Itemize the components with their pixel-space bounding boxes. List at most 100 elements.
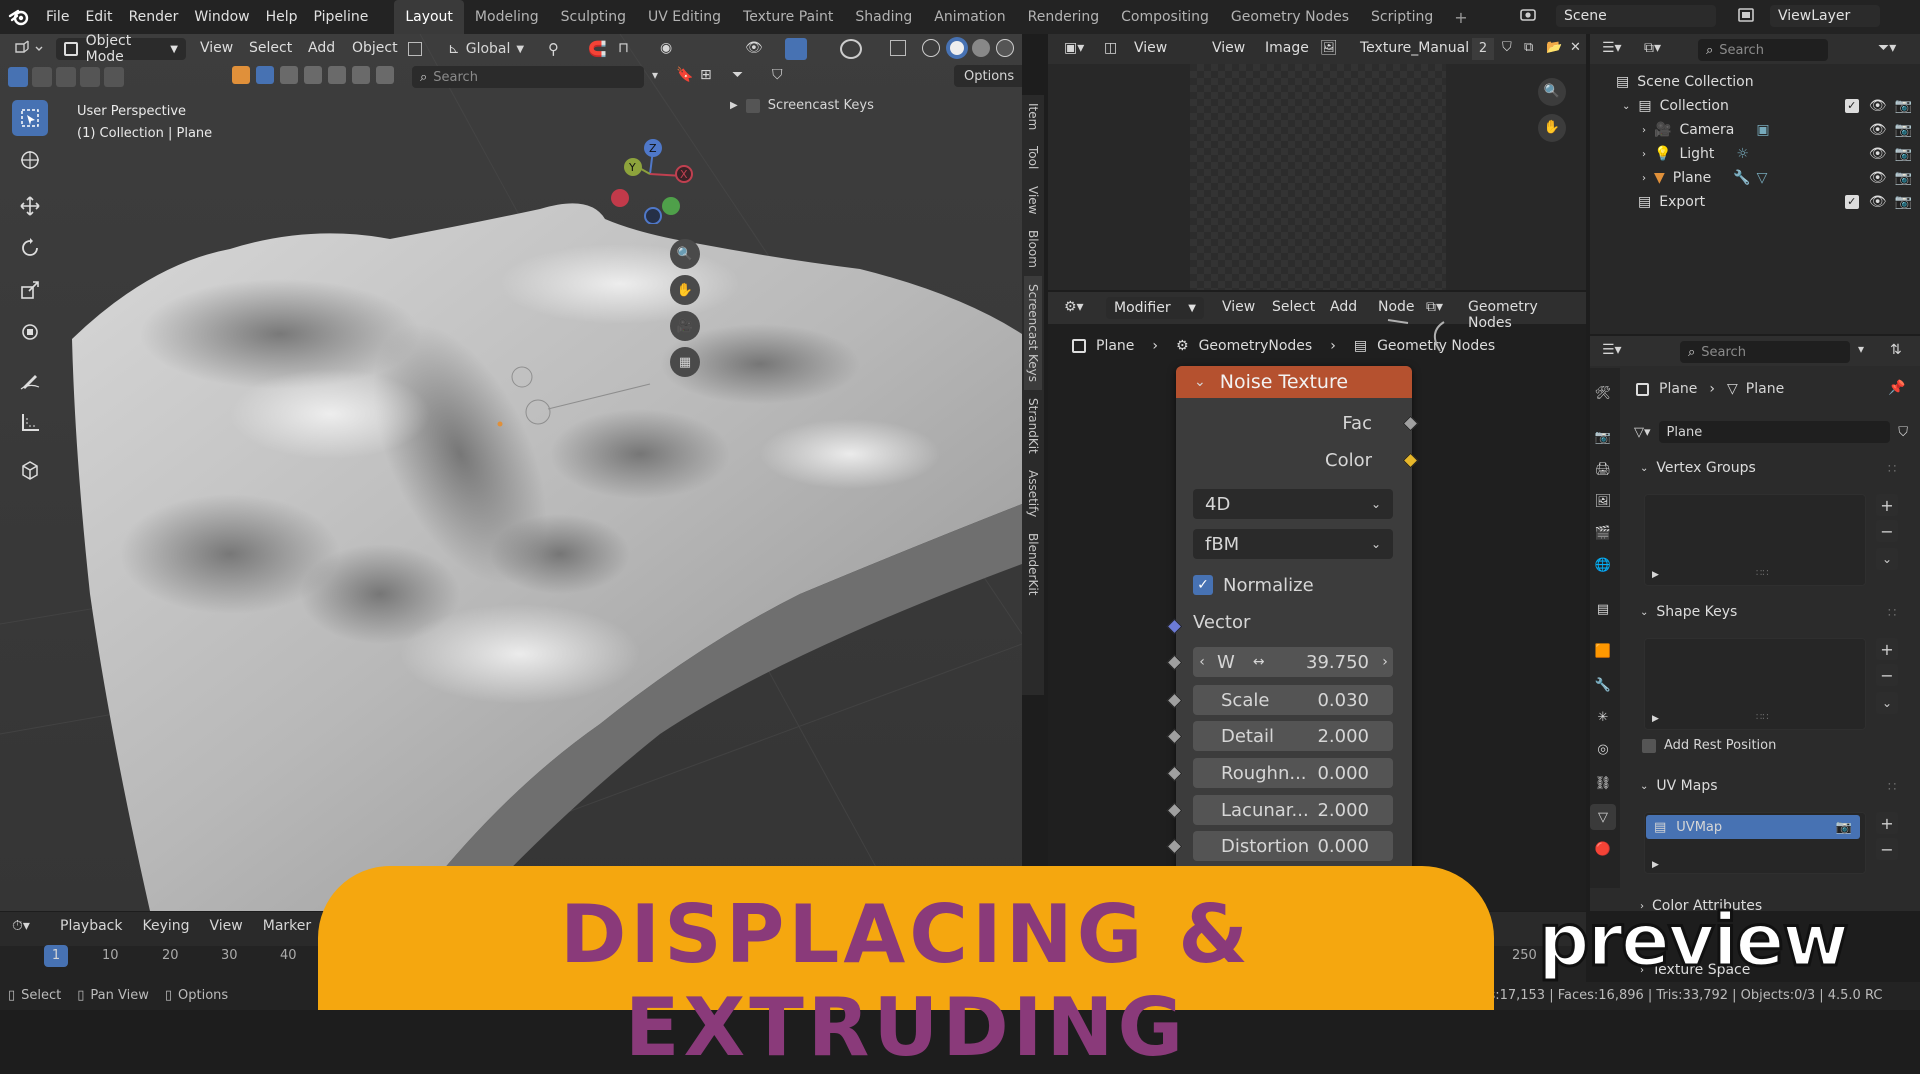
drag-handle-icon[interactable]: ∷ [1888,780,1896,795]
sidebar-tab-screencast-keys[interactable]: Screencast Keys [1024,276,1042,391]
screencast-keys-panel[interactable]: ▶ Screencast Keys [730,98,874,113]
scene-icon[interactable] [1518,5,1542,27]
viewport-search-input[interactable]: ⌕ Search [412,66,644,88]
menu-pipeline[interactable]: Pipeline [306,0,377,34]
mesh-datablock-selector[interactable]: ▽▾ Plane ⛉ [1634,420,1908,444]
tool-settings-tab-icon[interactable]: 🛠 [1590,380,1616,406]
tab-texture-paint[interactable]: Texture Paint [732,0,844,34]
scene-tab-icon[interactable]: 🎬 [1590,520,1616,546]
properties-type-icon[interactable]: ☰▾ [1602,342,1622,358]
bookmark-icon[interactable]: 🔖 [676,67,693,83]
scale-input-field[interactable]: Scale 0.030 [1193,685,1393,715]
material-tab-icon[interactable]: 🔴 [1590,836,1616,862]
view-layer-selector[interactable]: ViewLayer [1770,5,1880,27]
sidebar-tab-assetify[interactable]: Assetify [1024,462,1042,525]
viewport-3d[interactable]: Object Mode ▼ View Select Add Object ⊾ G… [0,34,1022,911]
camera-render-icon[interactable]: 📷 [1836,820,1852,835]
roughness-input-field[interactable]: Roughn... 0.000 [1193,758,1393,788]
outliner-collection-row[interactable]: ⌄ ▤ Collection ✓ 👁 📷 [1622,94,1912,118]
scale-tool-icon[interactable] [12,272,48,308]
editor-type-icon[interactable] [10,38,50,60]
distortion-input-field[interactable]: Distortion 0.000 [1193,831,1393,861]
normalize-checkbox[interactable]: ✓ [1193,575,1213,595]
tab-shading[interactable]: Shading [844,0,923,34]
eye-icon[interactable]: 👁 [1869,98,1887,114]
timeline-menu-view[interactable]: View [210,918,243,934]
tab-uv-editing[interactable]: UV Editing [637,0,732,34]
sidebar-tab-tool[interactable]: Tool [1024,138,1042,177]
image-menu-image[interactable]: Image [1265,40,1309,56]
viewport-menu-select[interactable]: Select [249,40,292,56]
collection-tab-icon[interactable]: ▤ [1590,596,1616,622]
add-shape-key-button[interactable]: + [1876,638,1898,660]
viewport-menu-add[interactable]: Add [308,40,335,56]
tab-scripting[interactable]: Scripting [1360,0,1444,34]
menu-edit[interactable]: Edit [77,0,120,34]
add-uv-map-button[interactable]: + [1876,812,1898,834]
camera-render-icon[interactable]: 📷 [1895,170,1912,186]
select-subtract-icon[interactable] [56,67,76,87]
add-cube-tool-icon[interactable] [12,452,48,488]
timeline-menu-keying[interactable]: Keying [142,918,189,934]
tab-animation[interactable]: Animation [923,0,1016,34]
cursor-tool-icon[interactable] [12,142,48,178]
other-filter-icon[interactable] [376,66,394,84]
filter-icon[interactable]: ⏷ [732,67,743,83]
remove-uv-map-button[interactable]: − [1876,838,1898,860]
add-workspace-button[interactable]: + [1444,8,1477,27]
image-zoom-icon[interactable]: 🔍 [1538,78,1566,106]
camera-view-icon[interactable]: 🎥 [670,311,700,341]
camera-render-icon[interactable]: 📷 [1895,98,1912,114]
eye-icon[interactable]: 👁 [1869,146,1887,162]
proportional-editing-icon[interactable]: ◉ [660,40,672,56]
timeline-menu-marker[interactable]: Marker [263,918,311,934]
uvmap-list-item[interactable]: ▤ UVMap 📷 [1646,815,1860,839]
eye-icon[interactable]: 👁 [1869,170,1887,186]
transform-tool-icon[interactable] [12,314,48,350]
light-filter-icon[interactable] [280,66,298,84]
world-tab-icon[interactable]: 🌐 [1590,552,1616,578]
eye-icon[interactable]: 👁 [1869,194,1887,210]
export-checkbox[interactable]: ✓ [1844,195,1859,209]
filter-dropdown-icon[interactable]: ▾ [652,68,658,82]
solid-shading-icon[interactable] [946,37,968,59]
add-vertex-group-button[interactable]: + [1876,494,1898,516]
remove-shape-key-button[interactable]: − [1876,664,1898,686]
image-pan-hand-icon[interactable]: ✋ [1538,114,1566,142]
select-difference-icon[interactable] [80,67,100,87]
select-extend-icon[interactable] [32,67,52,87]
shape-key-menu-icon[interactable]: ⌄ [1876,692,1898,714]
properties-search-input[interactable]: ⌕ Search [1680,341,1850,363]
tab-modeling[interactable]: Modeling [464,0,550,34]
node-header[interactable]: ⌄ Noise Texture [1176,366,1412,398]
mesh-name-field[interactable]: Plane [1658,421,1891,443]
chevron-right-icon[interactable]: ▶ [1652,570,1659,580]
sidebar-tab-view[interactable]: View [1024,178,1042,222]
menu-file[interactable]: File [38,0,77,34]
shield-icon[interactable]: ⛉ [772,67,783,83]
dimensions-dropdown[interactable]: 4D ⌄ [1193,489,1393,519]
menu-help[interactable]: Help [258,0,306,34]
close-image-icon[interactable]: ✕ [1570,40,1581,55]
pin-icon[interactable]: 📌 [1888,380,1905,396]
camera-render-icon[interactable]: 📷 [1895,122,1912,138]
detail-input-field[interactable]: Detail 2.000 [1193,721,1393,751]
pivot-icon[interactable]: ⚲ [548,40,559,58]
select-intersect-icon[interactable] [104,67,124,87]
image-mode-view[interactable]: View [1134,40,1167,56]
object-data-icon[interactable] [408,42,422,56]
viewport-menu-object[interactable]: Object [352,40,398,56]
snap-icon[interactable]: 🧲 [588,40,607,58]
object-tab-icon[interactable]: 🟧 [1590,638,1616,664]
mesh-browse-icon[interactable]: ▽▾ [1634,425,1651,440]
move-tool-icon[interactable] [12,188,48,224]
annotate-tool-icon[interactable] [12,362,48,398]
outliner-plane-row[interactable]: › ▼ Plane 🔧 ▽ 👁 📷 [1642,166,1912,190]
duplicate-image-icon[interactable]: ⧉ [1524,40,1533,55]
measure-tool-icon[interactable] [12,404,48,440]
fake-user-shield-icon[interactable]: ⛉ [1502,40,1512,55]
outliner-light-row[interactable]: › 💡 Light ☼ 👁 📷 [1642,142,1912,166]
sidebar-tab-item[interactable]: Item [1024,95,1042,138]
modifier-tab-icon[interactable]: 🔧 [1590,672,1616,698]
collection-checkbox[interactable]: ✓ [1844,99,1859,113]
